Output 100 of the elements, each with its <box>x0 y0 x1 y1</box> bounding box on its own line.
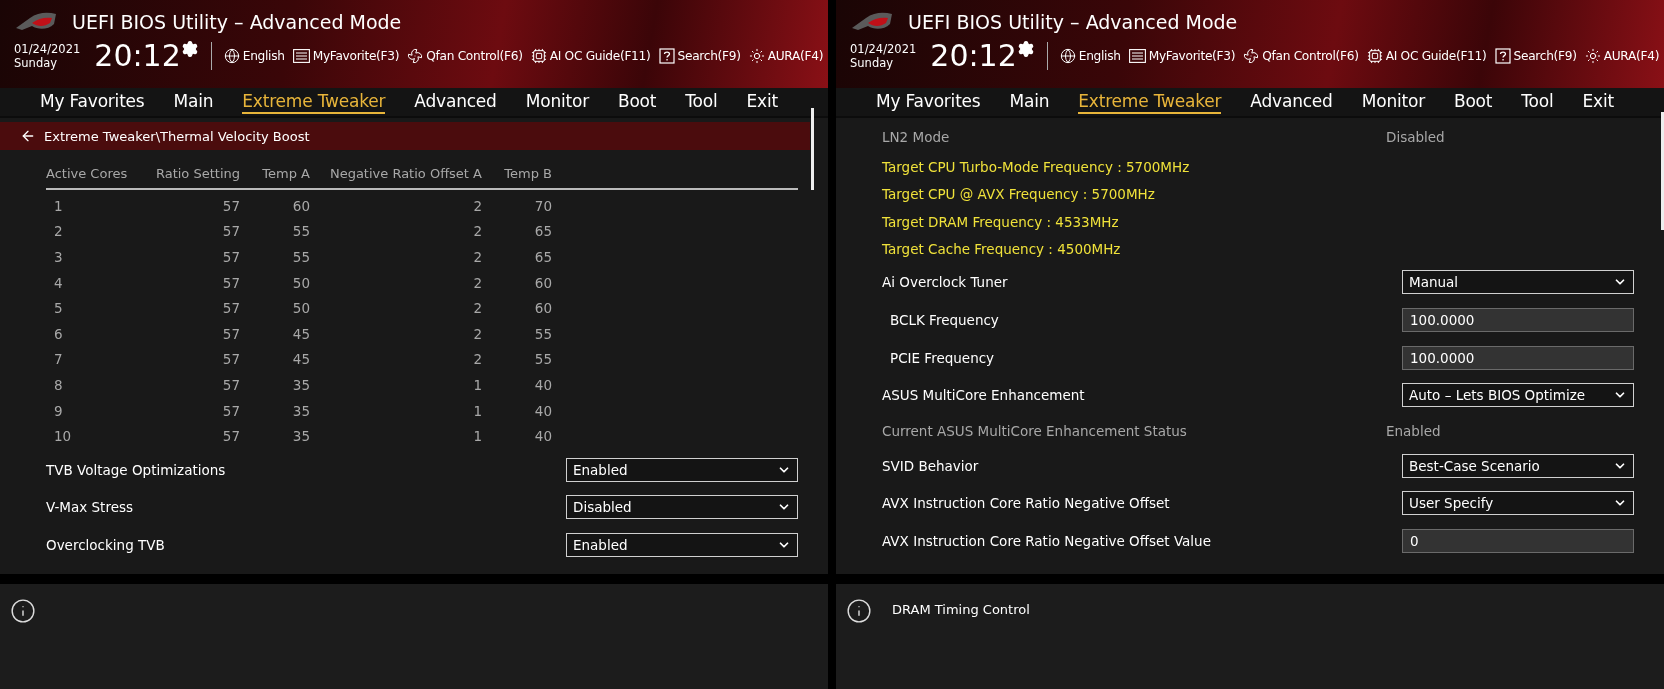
table-cell-text: 2 <box>472 300 482 317</box>
day-text: Sunday <box>850 56 895 70</box>
table-cell-text: 35 <box>291 428 310 445</box>
dropdown[interactable]: Best-Case Scenario <box>1402 453 1634 478</box>
question-icon <box>658 48 675 64</box>
table-cell-text: 57 <box>221 223 240 240</box>
fan-icon <box>407 48 424 64</box>
table-cell-text: 57 <box>221 300 240 317</box>
dropdown[interactable]: Auto – Lets BIOS Optimize <box>1402 383 1634 408</box>
table-cell-text: 1 <box>472 402 482 419</box>
table-cell-text: 2 <box>472 325 482 342</box>
day-text: Sunday <box>14 56 59 70</box>
toolbar-button[interactable]: Search(F9) <box>1494 48 1577 64</box>
date-text: 01/24/2021 <box>850 42 917 56</box>
dropdown[interactable]: Enabled <box>566 532 798 557</box>
menu-tab[interactable]: Boot <box>1453 90 1493 114</box>
globe-icon <box>1059 48 1076 64</box>
scrollbar[interactable] <box>811 108 814 190</box>
table-cell-text: 2 <box>472 274 482 291</box>
table-cell-text: 10 <box>53 428 73 445</box>
table-cell-text: 5 <box>53 300 64 317</box>
help-text: DRAM Timing Control <box>892 602 1030 617</box>
menu-tab[interactable]: Extreme Tweaker <box>242 90 386 114</box>
window-title: UEFI BIOS Utility – Advanced Mode <box>72 11 402 33</box>
column-header: Temp A <box>261 165 310 181</box>
menu-tab[interactable]: Extreme Tweaker <box>1078 90 1222 114</box>
table-cell-text: 1 <box>472 376 482 393</box>
dropdown[interactable]: Disabled <box>566 495 798 520</box>
column-header: Ratio Setting <box>154 165 240 181</box>
menu-tab[interactable]: Exit <box>746 90 778 114</box>
menu-tab[interactable]: Boot <box>617 90 657 114</box>
input-field[interactable]: 100.0000 <box>1402 307 1634 332</box>
table-cell-text: 3 <box>53 249 64 265</box>
clock-text: 20:12 <box>94 40 181 72</box>
table-cell-text: 2 <box>472 249 482 265</box>
toolbar-button[interactable]: English <box>223 48 285 64</box>
table-cell-text: 45 <box>291 325 310 342</box>
settings-icon[interactable] <box>180 40 199 58</box>
column-header: Negative Ratio Offset A <box>328 165 482 181</box>
table-cell-text: 1 <box>53 197 64 214</box>
sun-icon <box>748 48 765 64</box>
table-cell-text: 40 <box>533 428 552 445</box>
table-cell-text: 57 <box>221 351 240 368</box>
info-text: Target CPU Turbo-Mode Frequency : 5700MHz <box>882 158 1190 175</box>
table-cell-text: 2 <box>472 351 482 368</box>
table-cell-text: 65 <box>533 223 552 240</box>
toolbar-button[interactable]: AURA(F4) <box>748 48 824 64</box>
setting-label: TVB Voltage Optimizations <box>46 461 226 478</box>
toolbar-button[interactable]: MyFavorite(F3) <box>292 49 400 63</box>
toolbar-button[interactable]: AURA(F4) <box>1584 48 1660 64</box>
menu-tab[interactable]: Advanced <box>1250 90 1333 114</box>
table-cell-text: 55 <box>291 249 310 265</box>
toolbar-button[interactable]: English <box>1059 48 1121 64</box>
setting-label: SVID Behavior <box>882 457 979 474</box>
chip-icon <box>530 48 547 64</box>
dropdown[interactable]: Enabled <box>566 457 798 482</box>
table-cell-text: 2 <box>472 197 482 214</box>
scrollbar[interactable] <box>1661 112 1664 230</box>
menu-tab[interactable]: Main <box>173 90 214 114</box>
table-cell-text: 2 <box>472 223 482 240</box>
table-cell-text: 35 <box>291 402 310 419</box>
menu-tab[interactable]: Tool <box>685 90 718 114</box>
table-cell-text: 60 <box>291 197 310 214</box>
menu-tab[interactable]: Exit <box>1582 90 1614 114</box>
breadcrumb-text: Extreme Tweaker\Thermal Velocity Boost <box>44 128 310 144</box>
setting-label: LN2 Mode <box>882 128 950 145</box>
toolbar-button[interactable]: MyFavorite(F3) <box>1128 49 1236 63</box>
back-arrow-icon[interactable] <box>20 128 36 144</box>
menu-tab[interactable]: Tool <box>1521 90 1554 114</box>
table-cell-text: 60 <box>533 274 552 291</box>
menu-tab[interactable]: My Favorites <box>40 90 145 114</box>
table-cell-text: 57 <box>221 249 240 265</box>
table-cell-text: 57 <box>221 274 240 291</box>
input-field[interactable]: 100.0000 <box>1402 345 1634 370</box>
input-field[interactable]: 0 <box>1402 529 1634 553</box>
dropdown[interactable]: User Specify <box>1402 491 1634 516</box>
toolbar-button[interactable]: Search(F9) <box>658 48 741 64</box>
setting-label: PCIE Frequency <box>890 349 995 366</box>
table-cell-text: 1 <box>472 428 482 445</box>
info-icon <box>10 598 36 624</box>
menu-tab[interactable]: Monitor <box>1361 90 1425 114</box>
toolbar-button[interactable]: AI OC Guide(F11) <box>1366 48 1487 64</box>
settings-icon[interactable] <box>1016 40 1035 58</box>
menu-tab[interactable]: Advanced <box>414 90 497 114</box>
info-text: Target Cache Frequency : 4500MHz <box>882 241 1121 258</box>
table-cell-text: 55 <box>291 223 310 240</box>
chip-icon <box>1366 48 1383 64</box>
dropdown[interactable]: Manual <box>1402 269 1634 294</box>
menu-tab[interactable]: Monitor <box>525 90 589 114</box>
menu-tab[interactable]: My Favorites <box>876 90 981 114</box>
list-icon <box>292 49 310 63</box>
table-cell-text: 57 <box>221 428 240 445</box>
toolbar-button[interactable]: Qfan Control(F6) <box>1243 48 1359 64</box>
list-icon <box>1128 49 1146 63</box>
toolbar-button[interactable]: Qfan Control(F6) <box>407 48 523 64</box>
toolbar-button[interactable]: AI OC Guide(F11) <box>530 48 651 64</box>
table-cell-text: 4 <box>53 274 64 291</box>
table-cell-text: 9 <box>53 402 64 419</box>
menu-tab[interactable]: Main <box>1009 90 1050 114</box>
table-cell-text: 45 <box>291 351 310 368</box>
